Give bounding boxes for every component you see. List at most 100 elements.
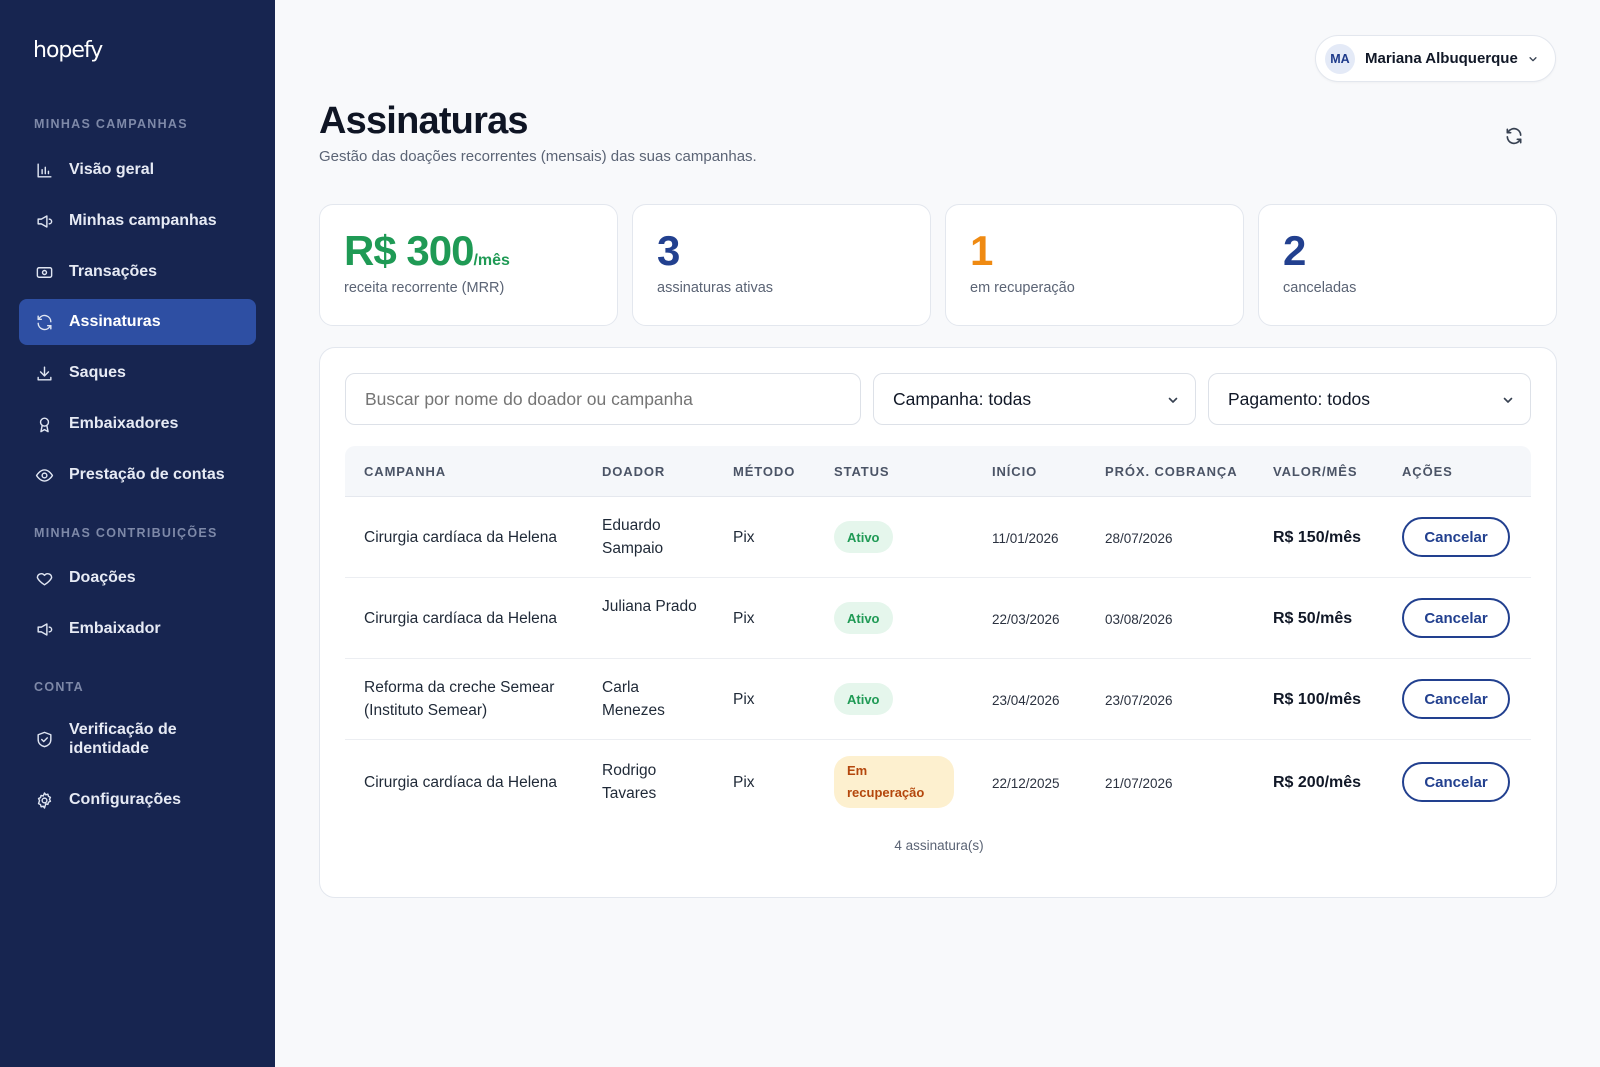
cell-value: R$ 150/mês (1273, 529, 1362, 546)
eye-icon (34, 465, 54, 485)
cell-method: Pix (733, 610, 755, 627)
sidebar-item-label: Configurações (69, 791, 182, 808)
stat-label: receita recorrente (MRR) (344, 280, 505, 296)
sidebar-item-identity-verification[interactable]: Verificação de identidade (19, 713, 256, 765)
cancel-button[interactable]: Cancelar (1402, 679, 1510, 719)
section-label-account: CONTA (34, 680, 85, 694)
status-badge: Ativo (834, 683, 893, 715)
cell-method: Pix (733, 774, 755, 791)
campaign-filter-value: Campanha: todas (893, 388, 1032, 409)
payment-filter-value: Pagamento: todos (1228, 388, 1371, 409)
cell-method: Pix (733, 691, 755, 708)
banknote-icon (34, 262, 54, 282)
table-row: Cirurgia cardíaca da Helena Rodrigo Tava… (345, 740, 1531, 825)
section-label-campaigns: MINHAS CAMPANHAS (34, 117, 188, 131)
cell-campaign: Cirurgia cardíaca da Helena (364, 774, 557, 791)
stat-label: canceladas (1283, 280, 1357, 296)
stat-card-active: 3 assinaturas ativas (632, 204, 931, 326)
cell-start-date: 23/04/2026 (992, 693, 1060, 708)
sidebar-item-label: Doações (69, 569, 136, 586)
column-header-next-charge[interactable]: PRÓX. COBRANÇA (1105, 464, 1238, 479)
campaign-filter-select[interactable]: Campanha: todas (873, 373, 1196, 425)
stat-label: em recuperação (970, 280, 1075, 296)
column-header-donor[interactable]: DOADOR (602, 464, 665, 479)
cell-start-date: 22/03/2026 (992, 612, 1060, 627)
stat-value: 3 (657, 227, 680, 274)
sidebar-item-settings[interactable]: Configurações (19, 777, 256, 823)
cancel-button[interactable]: Cancelar (1402, 598, 1510, 638)
download-icon (34, 363, 54, 383)
sidebar-item-ambassadors[interactable]: Embaixadores (19, 401, 256, 447)
app-logo[interactable]: hopefy (33, 38, 103, 63)
cell-method: Pix (733, 529, 755, 546)
table-row: Cirurgia cardíaca da Helena Eduardo Samp… (345, 497, 1531, 578)
column-header-campaign[interactable]: CAMPANHA (364, 464, 446, 479)
stat-card-mrr: R$ 300/mês receita recorrente (MRR) (319, 204, 618, 326)
status-badge: Ativo (834, 602, 893, 634)
sidebar-item-transactions[interactable]: Transações (19, 249, 256, 295)
cell-campaign: Reforma da creche Semear (Instituto Seme… (364, 679, 555, 719)
stat-unit: /mês (473, 252, 510, 269)
stat-value: 2 (1283, 227, 1306, 274)
refresh-icon[interactable] (1504, 126, 1524, 146)
heart-icon (34, 568, 54, 588)
cell-next-charge: 03/08/2026 (1105, 612, 1173, 627)
payment-filter-select[interactable]: Pagamento: todos (1208, 373, 1531, 425)
user-name: Mariana Albuquerque (1365, 50, 1518, 67)
sidebar-item-label: Embaixador (69, 620, 161, 637)
gear-icon (34, 790, 54, 810)
page-title: Assinaturas (319, 100, 529, 142)
sidebar-item-label: Minhas campanhas (69, 212, 217, 229)
award-icon (34, 414, 54, 434)
avatar: MA (1325, 43, 1355, 74)
column-header-status[interactable]: STATUS (834, 464, 889, 479)
sidebar-item-withdrawals[interactable]: Saques (19, 350, 256, 396)
cancel-button[interactable]: Cancelar (1402, 517, 1510, 557)
cell-campaign: Cirurgia cardíaca da Helena (364, 610, 557, 627)
cell-donor: Eduardo Sampaio (602, 517, 664, 557)
chevron-down-icon (1503, 397, 1513, 403)
user-menu[interactable]: MA Mariana Albuquerque (1315, 35, 1556, 82)
bar-chart-icon (34, 160, 54, 180)
megaphone-icon (34, 619, 54, 639)
stat-card-canceled: 2 canceladas (1258, 204, 1557, 326)
table-row: Cirurgia cardíaca da Helena Juliana Prad… (345, 578, 1531, 659)
cancel-button[interactable]: Cancelar (1402, 762, 1510, 802)
search-input[interactable] (345, 373, 861, 425)
status-badge: Ativo (834, 521, 893, 553)
sidebar-item-subscriptions[interactable]: Assinaturas (19, 299, 256, 345)
sidebar-item-label: Assinaturas (69, 313, 161, 330)
stat-card-recovery: 1 em recuperação (945, 204, 1244, 326)
cell-start-date: 22/12/2025 (992, 776, 1060, 791)
column-header-start[interactable]: INÍCIO (992, 464, 1037, 479)
sidebar-item-ambassador[interactable]: Embaixador (19, 606, 256, 652)
sidebar-item-label: Visão geral (69, 161, 155, 178)
sidebar-item-label: Saques (69, 364, 126, 381)
sidebar-item-my-campaigns[interactable]: Minhas campanhas (19, 198, 256, 244)
cell-donor: Rodrigo Tavares (602, 762, 657, 802)
chevron-down-icon (1529, 56, 1537, 61)
section-label-contributions: MINHAS CONTRIBUIÇÕES (34, 526, 218, 540)
stat-value: 1 (970, 227, 993, 274)
page-subtitle: Gestão das doações recorrentes (mensais)… (319, 148, 757, 165)
chevron-down-icon (1168, 397, 1178, 403)
sidebar-item-label: Prestação de contas (69, 466, 225, 483)
sidebar-item-label: Transações (69, 263, 158, 280)
table-row: Reforma da creche Semear (Instituto Seme… (345, 659, 1531, 740)
cell-value: R$ 50/mês (1273, 610, 1353, 627)
cell-donor: Carla Menezes (602, 679, 665, 719)
sidebar: hopefy MINHAS CAMPANHAS Visão geral Minh… (0, 0, 275, 1067)
cell-campaign: Cirurgia cardíaca da Helena (364, 529, 557, 546)
cell-next-charge: 21/07/2026 (1105, 776, 1173, 791)
status-badge: Em recuperação (834, 756, 954, 808)
megaphone-icon (34, 211, 54, 231)
sidebar-item-overview[interactable]: Visão geral (19, 147, 256, 193)
subscriptions-panel: Campanha: todas Pagamento: todos CAMPANH… (319, 347, 1557, 898)
table-header: CAMPANHA DOADOR MÉTODO STATUS INÍCIO PRÓ… (345, 446, 1531, 497)
shield-check-icon (34, 729, 54, 749)
sidebar-item-donations[interactable]: Doações (19, 555, 256, 601)
column-header-method[interactable]: MÉTODO (733, 464, 795, 479)
sidebar-item-accountability[interactable]: Prestação de contas (19, 452, 256, 498)
column-header-value[interactable]: VALOR/MÊS (1273, 464, 1357, 479)
sidebar-item-label: Verificação de identidade (69, 721, 177, 757)
